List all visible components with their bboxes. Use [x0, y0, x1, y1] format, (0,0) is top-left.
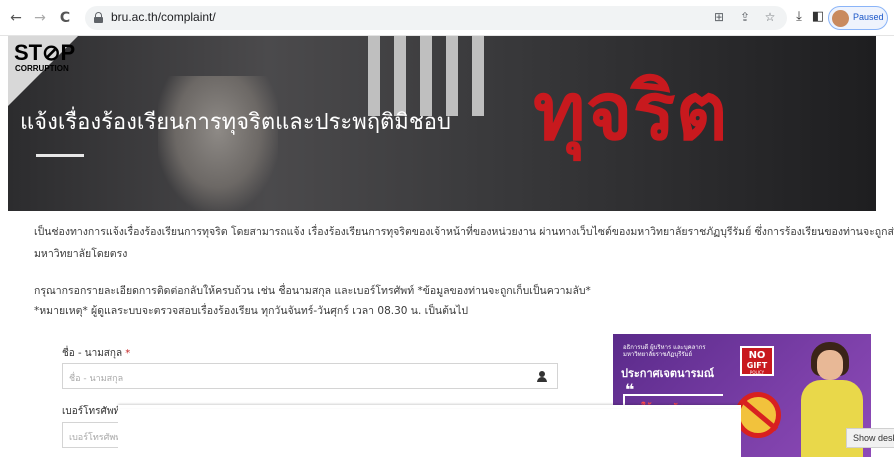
intro-line-2: มหาวิทยาลัยโดยตรง — [34, 248, 128, 260]
profile-status: Paused — [853, 12, 884, 22]
address-bar[interactable]: bru.ac.th/complaint/ ⊞ ⇪ ☆ — [85, 6, 787, 30]
intro-line-3: กรุณากรอกรายละเอียดการติดต่อกลับให้ครบถ้… — [34, 285, 591, 297]
popup-edge — [118, 405, 741, 408]
profile-button[interactable]: Paused — [828, 6, 888, 30]
no-gift-sign-icon — [735, 392, 781, 438]
required-mark: * — [125, 348, 131, 359]
translate-icon[interactable]: ⊞ — [711, 10, 727, 24]
download-icon[interactable]: ⤓ — [790, 9, 808, 24]
badge-policy: POLICY — [749, 370, 765, 375]
browser-toolbar: ← → C bru.ac.th/complaint/ ⊞ ⇪ ☆ ⤓ ◧ Pau… — [0, 0, 894, 36]
badge-gift: GIFT — [746, 361, 768, 370]
page-banner: ST⊘P CORRUPTION แจ้งเรื่องร้องเรียนการทุ… — [8, 36, 876, 211]
person-icon — [537, 371, 547, 383]
reload-icon[interactable]: C — [55, 8, 75, 28]
phone-label-text: เบอร์โทรศัพท์ — [62, 406, 121, 417]
back-icon[interactable]: ← — [6, 8, 26, 28]
bookmark-star-icon[interactable]: ☆ — [762, 10, 778, 24]
name-placeholder: ชื่อ - นามสกุล — [69, 374, 124, 384]
forward-icon[interactable]: → — [30, 8, 50, 28]
stop-corruption-logo: ST⊘P — [14, 40, 76, 65]
banner-hand-image — [158, 76, 278, 211]
share-icon[interactable]: ⇪ — [737, 10, 753, 24]
intro-line-1: เป็นช่องทางการแจ้งเรื่องร้องเรียนการทุจร… — [34, 226, 894, 238]
url-text[interactable]: bru.ac.th/complaint/ — [111, 10, 216, 24]
banner-big-word: ทุจริต — [533, 65, 728, 158]
lock-icon[interactable] — [94, 12, 103, 23]
intro-line-4: *หมายเหตุ* ผู้ดูแลระบบจะตรวจสอบเรื่องร้อ… — [34, 305, 469, 317]
banner-title: แจ้งเรื่องร้องเรียนการทุจริตและประพฤติมิ… — [20, 110, 451, 135]
poster-subtitle: อธิการบดี ผู้บริหาร และบุคลากร มหาวิทยาล… — [623, 344, 706, 358]
name-label: ชื่อ - นามสกุล * — [62, 346, 130, 361]
stop-corruption-subtitle: CORRUPTION — [15, 64, 69, 73]
sidepanel-icon[interactable]: ◧ — [809, 9, 827, 24]
badge-no: NO — [748, 350, 766, 361]
name-input[interactable]: ชื่อ - นามสกุล — [62, 363, 558, 389]
show-desktop-button[interactable]: Show desk — [846, 428, 894, 448]
banner-divider — [36, 154, 84, 157]
poster-title: ประกาศเจตนารมณ์ — [621, 367, 715, 380]
name-label-text: ชื่อ - นามสกุล — [62, 348, 123, 359]
avatar — [832, 10, 849, 27]
popup-panel[interactable] — [118, 406, 741, 457]
no-gift-badge: NO GIFT POLICY — [740, 346, 774, 376]
